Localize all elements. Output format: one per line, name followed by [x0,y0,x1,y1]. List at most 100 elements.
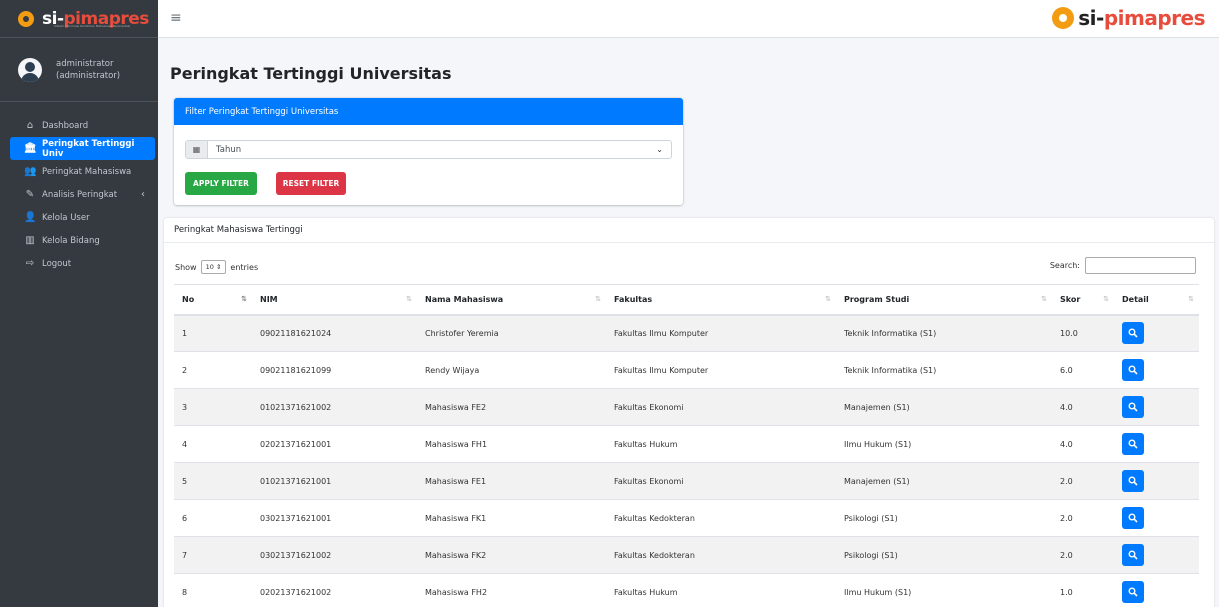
sidebar-item-peringkat-mahasiswa[interactable]: 👥 Peringkat Mahasiswa [10,160,155,183]
table-cell: Fakultas Ilmu Komputer [606,351,836,389]
university-icon: 🏛 [24,143,37,154]
show-entries: Show 10 ⇕ entries [175,260,258,274]
sort-icon: ⇅ [1188,295,1194,303]
table-cell: 02021371621001 [252,425,417,463]
detail-button[interactable] [1122,544,1144,566]
entries-select[interactable]: 10 ⇕ [200,260,227,274]
table-cell-detail [1114,462,1199,500]
sidebar-item-label: Peringkat Mahasiswa [42,166,132,177]
table-cell: 1.0 [1052,573,1114,607]
table-row: 1 09021181621024 Christofer Yeremia Fakulta… [174,314,1199,352]
sidebar-item-analisis-peringkat[interactable]: ✎ Analisis Peringkat ‹ [10,183,155,206]
detail-button[interactable] [1122,507,1144,529]
column-header-nama-mahasiswa[interactable]: Nama Mahasiswa ⇅ [417,284,606,316]
table-cell: 03021371621001 [252,499,417,537]
table-cell: Mahasiswa FH2 [417,573,606,607]
table-cell: Psikologi (S1) [836,536,1052,574]
year-select[interactable]: ▦ Tahun ⌄ [185,140,672,159]
search-icon [1128,587,1138,597]
table-cell: Manajemen (S1) [836,388,1052,426]
filter-card-header: Filter Peringkat Tertinggi Universitas [174,98,683,125]
table-cell: Fakultas Ilmu Komputer [606,314,836,352]
table-row: 5 01021371621001 Mahasiswa FE1 Fakultas Eko… [174,462,1199,500]
avatar [18,57,42,82]
user-cog-icon: 👤 [24,212,37,223]
sidebar-nav: ⌂ Dashboard 🏛 Peringkat Tertinggi Univ 👥 Peri… [0,102,158,275]
table-cell: 03021371621002 [252,536,417,574]
apply-filter-button[interactable]: APPLY FILTER [185,172,257,195]
column-header-program-studi[interactable]: Program Studi ⇅ [836,284,1052,316]
menu-toggle-icon[interactable]: ≡ [170,10,182,26]
table-cell: 8 [174,573,252,607]
table-cell: 5 [174,462,252,500]
table-cell-detail [1114,351,1199,389]
table-cell-detail [1114,573,1199,607]
detail-button[interactable] [1122,322,1144,345]
chevron-down-icon: ⌄ [656,145,663,154]
sidebar-item-label: Kelola User [42,212,90,223]
page-title: Peringkat Tertinggi Universitas [170,64,452,83]
table-cell: Fakultas Ekonomi [606,462,836,500]
sidebar-item-peringkat-tertinggi-univ[interactable]: 🏛 Peringkat Tertinggi Univ [10,137,155,160]
table-cell: Fakultas Hukum [606,573,836,607]
table-cell: 02021371621002 [252,573,417,607]
sidebar-item-logout[interactable]: ⇨ Logout [10,252,155,275]
search-icon [1128,402,1138,412]
detail-button[interactable] [1122,581,1144,604]
table-cell: 4.0 [1052,425,1114,463]
sidebar-item-dashboard[interactable]: ⌂ Dashboard [10,114,155,137]
calendar-icon: ▦ [186,141,208,158]
sidebar-item-kelola-user[interactable]: 👤 Kelola User [10,206,155,229]
detail-button[interactable] [1122,396,1144,418]
column-header-skor[interactable]: Skor ⇅ [1052,284,1114,316]
column-header-no[interactable]: No ⇅ [174,284,252,316]
table-cell: 2 [174,351,252,389]
table-cell: 10.0 [1052,314,1114,352]
table-cell: 6.0 [1052,351,1114,389]
ranking-table-card: Peringkat Mahasiswa Tertinggi Show 10 ⇕ … [164,218,1214,607]
building-icon: ▥ [25,235,35,246]
table-cell-detail [1114,314,1199,352]
home-icon: ⌂ [26,120,34,131]
sidebar-item-kelola-bidang[interactable]: ▥ Kelola Bidang [10,229,155,252]
table-cell: 4.0 [1052,388,1114,426]
table-row: 3 01021371621002 Mahasiswa FE2 Fakultas Eko… [174,388,1199,426]
search-input[interactable] [1085,257,1196,274]
table-body: 1 09021181621024 Christofer Yeremia Fakulta… [174,314,1199,607]
sort-icon: ⇅ [1041,295,1047,303]
table-card-header: Peringkat Mahasiswa Tertinggi [164,218,1214,243]
sidebar-item-label: Logout [42,258,72,269]
reset-filter-button[interactable]: RESET FILTER [276,172,346,195]
table-cell: Fakultas Hukum [606,425,836,463]
table-cell: Psikologi (S1) [836,499,1052,537]
table-cell: Ilmu Hukum (S1) [836,425,1052,463]
table-cell: Mahasiswa FH1 [417,425,606,463]
table-cell: 1 [174,314,252,352]
entries-label: entries [230,262,259,272]
detail-button[interactable] [1122,470,1144,492]
column-header-detail[interactable]: Detail ⇅ [1114,284,1199,316]
search-box: Search: [1050,257,1196,274]
table-cell-detail [1114,536,1199,574]
sidebar-item-label: Peringkat Tertinggi Univ [42,138,135,159]
table-cell: 09021181621099 [252,351,417,389]
edit-icon: ✎ [25,189,35,200]
detail-button[interactable] [1122,359,1144,381]
column-header-fakultas[interactable]: Fakultas ⇅ [606,284,836,316]
ranking-table: No ⇅ NIM ⇅ Nama Mahasiswa ⇅ Fakultas ⇅ Program S… [174,284,1199,607]
column-header-nim[interactable]: NIM ⇅ [252,284,417,316]
table-cell: Mahasiswa FK1 [417,499,606,537]
show-label: Show [175,262,197,272]
table-cell: Christofer Yeremia [417,314,606,352]
logo-icon [1052,7,1075,29]
table-row: 7 03021371621002 Mahasiswa FK2 Fakultas Ked… [174,536,1199,574]
search-label: Search: [1049,261,1080,270]
user-panel[interactable]: administrator (administrator) [0,38,158,102]
table-cell: 7 [174,536,252,574]
table-cell: Teknik Informatika (S1) [836,351,1052,389]
table-cell: Fakultas Ekonomi [606,388,836,426]
brand-link[interactable]: si-pimapres Sistem Informasi Pemilihan M… [0,0,158,38]
detail-button[interactable] [1122,433,1144,455]
table-cell-detail [1114,499,1199,537]
user-role: (administrator) [56,70,121,81]
